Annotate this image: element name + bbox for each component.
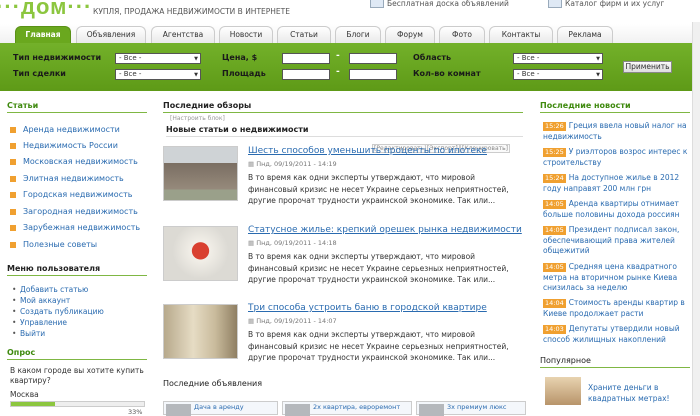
popular-link[interactable]: Храните деньги в квадратных метрах! [588,383,688,404]
news-item[interactable]: 14:04 Стоимость аренды квартир в Киеве пр… [543,298,693,319]
poll-progress-fill [11,402,55,406]
tab-news[interactable]: Новости [219,26,273,43]
property-type-label: Тип недвижимости [13,53,102,62]
article-date: Пнд, 09/19/2011 - 14:19 [248,160,336,168]
price-to-input[interactable] [349,53,397,64]
main-nav: Главная Объявления Агентства Новости Ста… [0,24,700,43]
tab-contacts[interactable]: Контакты [489,26,553,43]
article-title-link[interactable]: Шесть способов уменьшить проценты по ипо… [248,146,487,156]
news-item[interactable]: 15:24 На доступное жилье в 2012 году напр… [543,173,693,194]
user-menu-link[interactable]: Добавить статью [12,285,88,294]
ad-card[interactable]: Дача в аренду [163,401,278,416]
area-range-dash: - [336,67,340,77]
area-from-input[interactable] [282,69,330,80]
site-tagline: купля, продажа недвижимости в интернете [93,7,290,16]
tab-blogs[interactable]: Блоги [335,26,381,43]
catalog-link[interactable]: Каталог фирм и их услуг [548,0,664,8]
catalog-icon [548,0,562,8]
tab-articles[interactable]: Статьи [277,26,331,43]
price-from-input[interactable] [282,53,330,64]
ad-card[interactable]: 3х премиум люкс [416,401,526,416]
area-to-input[interactable] [349,69,397,80]
region-select[interactable]: - Все - [513,53,603,64]
category-link[interactable]: Загородная недвижимость [10,207,138,216]
free-board-link[interactable]: Бесплатная доска объявлений [370,0,509,8]
latest-reviews-title: Последние обзоры [163,101,523,113]
tab-forum[interactable]: Форум [385,26,435,43]
article-teaser: В то время как одни эксперты утверждают,… [248,330,509,362]
user-menu-link[interactable]: Создать публикацию [12,307,104,316]
user-menu-link[interactable]: Управление [12,318,67,327]
popular-thumbnail[interactable] [545,377,581,405]
latest-ads-title: Последние объявления [163,379,263,388]
category-link[interactable]: Полезные советы [9,240,97,249]
article-title-link[interactable]: Статусное жилье: крепкий орешек рынка не… [248,225,522,235]
property-type-select[interactable]: - Все - [115,53,201,64]
articles-section-title: Статьи [7,101,147,113]
search-filter-bar: Тип недвижимости - Все - Тип сделки - Вс… [0,43,700,91]
site-logo[interactable]: ···дом··· [0,0,92,20]
rooms-select[interactable]: - Все - [513,69,603,80]
deal-type-select[interactable]: - Все - [115,69,201,80]
price-label: Цена, $ [222,53,258,62]
user-menu-link[interactable]: Выйти [12,329,45,338]
tab-main[interactable]: Главная [15,26,71,43]
apply-button[interactable]: Применить [623,61,672,73]
new-articles-title: Новые статьи о недвижимости [166,125,523,137]
article-thumbnail[interactable] [163,304,238,359]
poll-question: В каком городе вы хотите купить квартиру… [10,366,144,385]
news-item[interactable]: 14:05 Президент подписал закон, обеспечив… [543,225,693,257]
article-date: Пнд, 09/19/2011 - 14:18 [248,239,336,247]
board-icon [370,0,384,8]
tab-advertising[interactable]: Реклама [557,26,613,43]
article-thumbnail[interactable] [163,146,238,201]
tab-agencies[interactable]: Агентства [151,26,215,43]
article-teaser: В то время как одни эксперты утверждают,… [248,252,509,284]
poll-progress-bar [10,401,145,407]
price-range-dash: - [336,51,340,61]
poll-title: Опрос [7,348,147,360]
news-item[interactable]: 14:05 Средняя цена квадратного метра на в… [543,262,693,294]
rooms-label: Кол-во комнат [413,69,481,78]
ad-card[interactable]: 2х квартира, евроремонт [282,401,412,416]
news-item[interactable]: 14:05 Аренда квартиры отнимает больше пол… [543,199,693,220]
user-menu-link[interactable]: Мой аккаунт [12,296,70,305]
article-date: Пнд, 09/19/2011 - 14:07 [248,317,336,325]
poll-option: Москва [10,390,39,399]
category-link[interactable]: Недвижимость России [10,141,118,150]
category-link[interactable]: Городская недвижимость [9,190,132,199]
region-label: Область [413,53,452,62]
news-item[interactable]: 14:03 Депутаты утвердили новый способ жил… [543,324,693,345]
category-link[interactable]: Московская недвижимость [10,157,138,166]
article-teaser: В то время как одни эксперты утверждают,… [248,173,509,205]
latest-news-title: Последние новости [540,101,690,113]
configure-block-link[interactable]: [Настроить блок] [170,115,225,122]
article-title-link[interactable]: Три способа устроить баню в городской кв… [248,303,487,313]
tab-photo[interactable]: Фото [439,26,485,43]
news-item[interactable]: 15:26 Греция ввела новый налог на недвижи… [543,121,693,142]
page-scrollbar[interactable] [692,22,700,415]
article-thumbnail[interactable] [163,226,238,281]
category-link[interactable]: Зарубежная недвижимость [9,223,140,232]
news-item[interactable]: 15:25 У риэлторов возрос интерес к строит… [543,147,693,168]
deal-type-label: Тип сделки [13,69,66,78]
area-label: Площадь [222,69,266,78]
top-bar: ···дом··· купля, продажа недвижимости в … [0,0,700,22]
category-link[interactable]: Элитная недвижимость [10,174,124,183]
tab-ads[interactable]: Объявления [76,26,146,43]
user-menu-title: Меню пользователя [7,264,147,276]
category-link[interactable]: Аренда недвижимости [10,125,120,134]
popular-title: Популярное [540,356,690,368]
